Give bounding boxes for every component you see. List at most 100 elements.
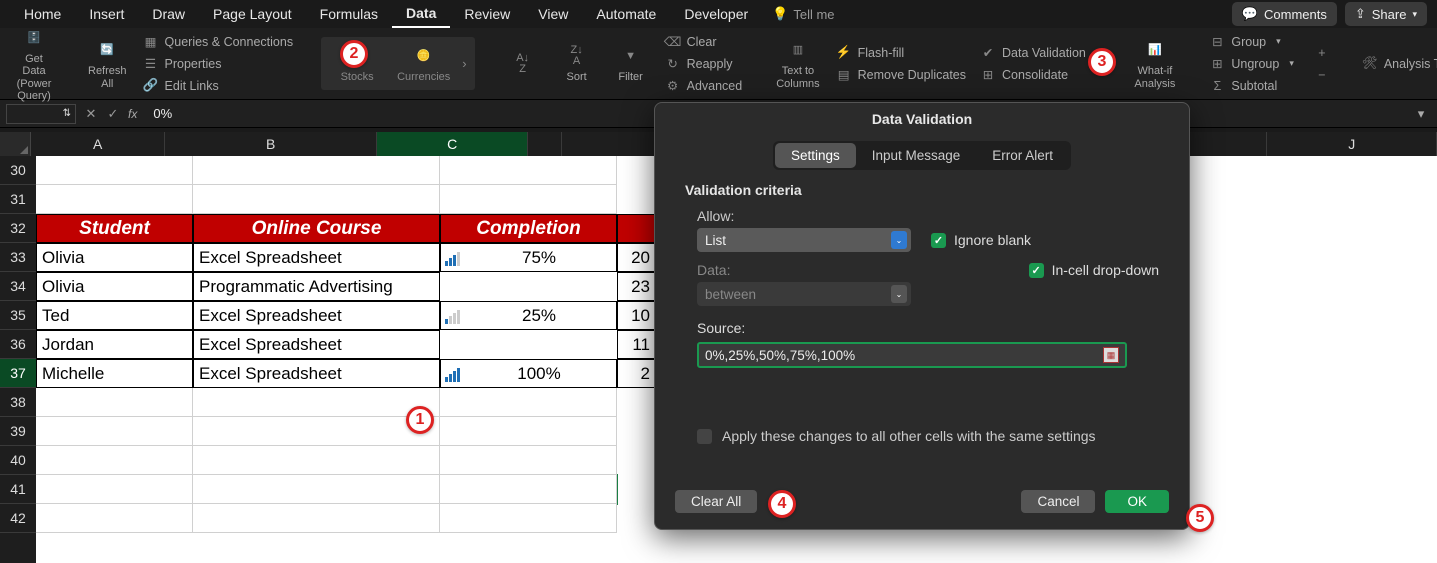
ignore-blank-checkbox[interactable]: ✓Ignore blank: [931, 232, 1031, 248]
consolidate[interactable]: ⊞Consolidate: [976, 65, 1104, 85]
sort-button[interactable]: Z↓ASort: [553, 41, 601, 85]
cell[interactable]: [440, 475, 617, 504]
data-validation-button[interactable]: ✔Data Validation▾: [976, 43, 1104, 63]
cell[interactable]: [440, 446, 617, 475]
reapply-filter[interactable]: ↻Reapply: [661, 54, 747, 74]
cell[interactable]: [36, 417, 193, 446]
cell[interactable]: [36, 504, 193, 533]
row-header[interactable]: 39: [0, 417, 36, 446]
cell-course[interactable]: Excel Spreadsheet: [193, 243, 440, 272]
cell[interactable]: [36, 475, 193, 504]
tab-error-alert[interactable]: Error Alert: [976, 143, 1069, 168]
row-header[interactable]: 32: [0, 214, 36, 243]
cell-d[interactable]: 23: [617, 272, 656, 301]
tab-review[interactable]: Review: [450, 1, 524, 27]
cell-student[interactable]: Olivia: [36, 243, 193, 272]
sort-az-button[interactable]: A↓Z: [499, 49, 547, 79]
cell-student[interactable]: Olivia: [36, 272, 193, 301]
cell[interactable]: [440, 504, 617, 533]
flash-fill[interactable]: ⚡Flash-fill: [832, 43, 970, 63]
ungroup-button[interactable]: ⊞Ungroup▾: [1205, 54, 1297, 74]
table-header-student[interactable]: Student: [36, 214, 193, 243]
cell-d[interactable]: 2: [617, 359, 656, 388]
cell-course[interactable]: Programmatic Advertising: [193, 272, 440, 301]
tab-data[interactable]: Data: [392, 0, 450, 28]
cell[interactable]: [193, 446, 440, 475]
cell[interactable]: [440, 388, 617, 417]
col-header-c[interactable]: C: [377, 132, 529, 156]
allow-select[interactable]: List⌄: [697, 228, 911, 252]
table-header-course[interactable]: Online Course: [193, 214, 440, 243]
cell[interactable]: [440, 185, 617, 214]
cell-student[interactable]: Ted: [36, 301, 193, 330]
filter-button[interactable]: ▼Filter: [607, 41, 655, 85]
fx-icon[interactable]: fx: [128, 107, 137, 121]
what-if-button[interactable]: 📊What-if Analysis: [1128, 35, 1181, 91]
tab-insert[interactable]: Insert: [75, 1, 138, 27]
cell-completion[interactable]: 75%: [440, 243, 617, 272]
col-header-a[interactable]: A: [31, 132, 165, 156]
cell-student[interactable]: Michelle: [36, 359, 193, 388]
col-header-d[interactable]: [528, 132, 562, 156]
cell-course[interactable]: Excel Spreadsheet: [193, 301, 440, 330]
cell[interactable]: [440, 156, 617, 185]
cell-completion[interactable]: 25%: [440, 301, 617, 330]
cell-course[interactable]: Excel Spreadsheet: [193, 359, 440, 388]
tab-page-layout[interactable]: Page Layout: [199, 1, 306, 27]
cell[interactable]: [36, 185, 193, 214]
row-header[interactable]: 33: [0, 243, 36, 272]
properties[interactable]: ☰Properties: [139, 54, 298, 74]
apply-all-checkbox[interactable]: [697, 429, 712, 444]
row-header[interactable]: 40: [0, 446, 36, 475]
cell[interactable]: [193, 504, 440, 533]
subtotal-button[interactable]: ΣSubtotal: [1205, 76, 1297, 96]
cell[interactable]: [36, 446, 193, 475]
in-cell-dropdown-checkbox[interactable]: ✓In-cell drop-down: [1029, 262, 1159, 278]
hide-detail[interactable]: −: [1310, 65, 1334, 85]
clear-all-button[interactable]: Clear All: [675, 490, 757, 513]
source-input[interactable]: ▦: [697, 342, 1127, 368]
get-data-button[interactable]: 🗄️ Get Data (Power Query): [10, 23, 58, 103]
expand-formula-icon[interactable]: ▾: [1411, 106, 1431, 122]
range-selector-icon[interactable]: ▦: [1103, 347, 1119, 363]
advanced-filter[interactable]: ⚙Advanced: [661, 76, 747, 96]
chevron-right-icon[interactable]: ›: [460, 56, 468, 71]
cell[interactable]: [193, 475, 440, 504]
name-box[interactable]: ⇅: [6, 104, 76, 124]
cell[interactable]: [36, 156, 193, 185]
cell[interactable]: [193, 417, 440, 446]
cell[interactable]: [193, 388, 440, 417]
remove-duplicates[interactable]: ▤Remove Duplicates: [832, 65, 970, 85]
row-header[interactable]: 41: [0, 475, 36, 504]
group-button[interactable]: ⊟Group▾: [1205, 32, 1297, 52]
cell-d[interactable]: 20: [617, 243, 656, 272]
tab-automate[interactable]: Automate: [582, 1, 670, 27]
row-header[interactable]: 36: [0, 330, 36, 359]
tab-draw[interactable]: Draw: [138, 1, 199, 27]
cell-course[interactable]: Excel Spreadsheet: [193, 330, 440, 359]
show-detail[interactable]: +: [1310, 43, 1334, 63]
row-header[interactable]: 38: [0, 388, 36, 417]
tab-settings[interactable]: Settings: [775, 143, 856, 168]
tell-me[interactable]: 💡 Tell me: [772, 6, 834, 22]
cell-student[interactable]: Jordan: [36, 330, 193, 359]
currencies-button[interactable]: 🪙Currencies: [391, 41, 456, 85]
cancel-icon[interactable]: ✕: [84, 106, 98, 122]
cell[interactable]: [193, 185, 440, 214]
row-header[interactable]: 37: [0, 359, 36, 388]
row-header[interactable]: 35: [0, 301, 36, 330]
row-header[interactable]: 30: [0, 156, 36, 185]
queries-connections[interactable]: ▦Queries & Connections: [139, 32, 298, 52]
cell-completion[interactable]: 100%: [440, 359, 617, 388]
analysis-tools[interactable]: 🛠Analysis Tools: [1358, 54, 1437, 74]
refresh-all-button[interactable]: 🔄 Refresh All: [82, 35, 133, 91]
share-button[interactable]: ⇪ Share ▾: [1345, 2, 1427, 26]
cell[interactable]: [193, 156, 440, 185]
select-all-cell[interactable]: [0, 132, 31, 156]
tab-view[interactable]: View: [524, 1, 582, 27]
edit-links[interactable]: 🔗Edit Links: [139, 76, 298, 96]
cell[interactable]: [440, 417, 617, 446]
ok-button[interactable]: OK: [1105, 490, 1169, 513]
row-header[interactable]: 34: [0, 272, 36, 301]
tab-input-message[interactable]: Input Message: [856, 143, 977, 168]
